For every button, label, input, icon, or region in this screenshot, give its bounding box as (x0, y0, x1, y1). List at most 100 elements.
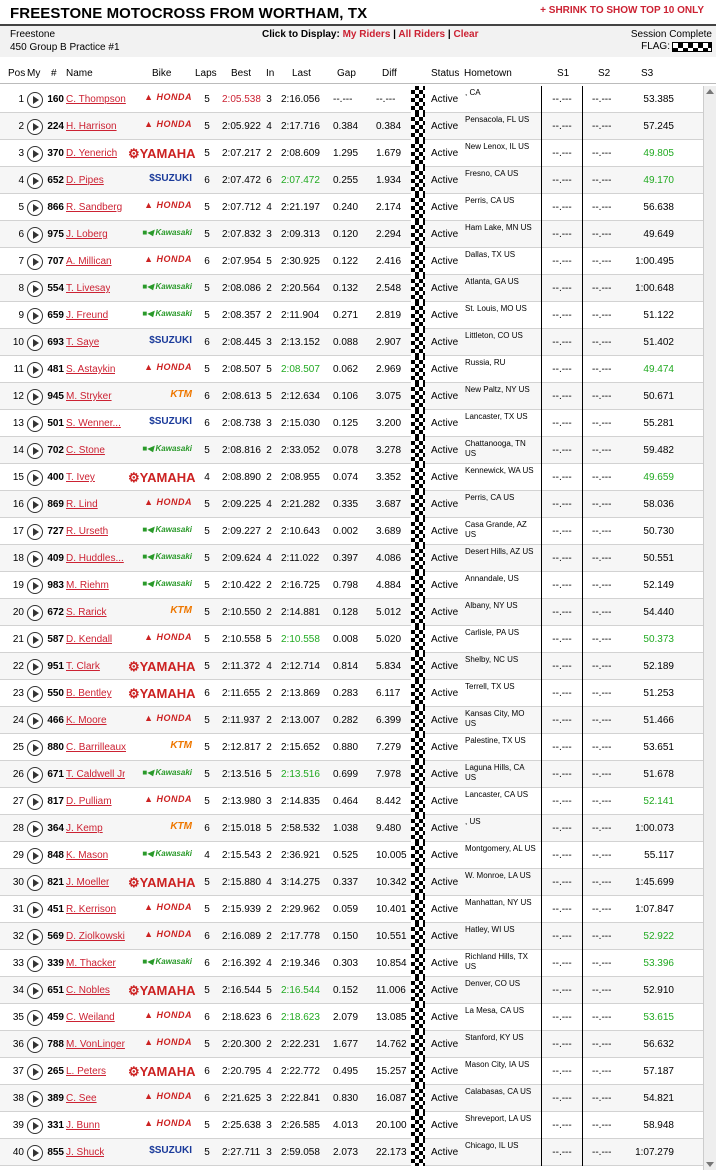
rider-name-link[interactable]: D. Yenerich (66, 148, 117, 159)
table-row[interactable]: 22 951 T. Clark ⚙YAMAHA 5 2:11.372 4 2:12.714 0.… (0, 653, 703, 680)
table-row[interactable]: 29 848 K. Mason ■◀ Kawasaki 4 2:15.543 2 2:36.9… (0, 842, 703, 869)
rider-select-icon[interactable] (27, 200, 43, 216)
table-row[interactable]: 5 866 R. Sandberg ▲ HONDA 5 2:07.712 4 2:21.197… (0, 194, 703, 221)
col-in[interactable]: In (266, 68, 274, 79)
col-my[interactable]: My (27, 68, 40, 79)
col-laps[interactable]: Laps (195, 68, 217, 79)
table-row[interactable]: 25 880 C. Barrilleaux KTM 5 2:12.817 2 2:15.652… (0, 734, 703, 761)
scroll-up-arrow-icon[interactable] (706, 89, 714, 94)
rider-name-link[interactable]: D. Pulliam (66, 796, 112, 807)
rider-select-icon[interactable] (27, 605, 43, 621)
table-row[interactable]: 40 855 J. Shuck $SUZUKI 5 2:27.711 3 2:59.058 2.… (0, 1139, 703, 1166)
rider-select-icon[interactable] (27, 1118, 43, 1134)
rider-select-icon[interactable] (27, 956, 43, 972)
rider-name-link[interactable]: R. Kerrison (66, 904, 116, 915)
col-pos[interactable]: Pos (8, 68, 25, 79)
rider-select-icon[interactable] (27, 254, 43, 270)
rider-name-link[interactable]: M. Riehm (66, 580, 109, 591)
table-row[interactable]: 31 451 R. Kerrison ▲ HONDA 5 2:15.939 2 2:29.96… (0, 896, 703, 923)
table-row[interactable]: 8 554 T. Livesay ■◀ Kawasaki 5 2:08.086 2 2:20.… (0, 275, 703, 302)
table-row[interactable]: 38 389 C. See ▲ HONDA 6 2:21.625 3 2:22.841 0.83… (0, 1085, 703, 1112)
table-row[interactable]: 3 370 D. Yenerich ⚙YAMAHA 5 2:07.217 2 2:08.609… (0, 140, 703, 167)
table-row[interactable]: 16 869 R. Lind ▲ HONDA 5 2:09.225 4 2:21.282 0.3… (0, 491, 703, 518)
table-row[interactable]: 21 587 D. Kendall ▲ HONDA 5 2:10.558 5 2:10.558… (0, 626, 703, 653)
table-row[interactable]: 11 481 S. Astaykin ▲ HONDA 5 2:08.507 5 2:08.50… (0, 356, 703, 383)
col-gap[interactable]: Gap (337, 68, 356, 79)
col-hometown[interactable]: Hometown (464, 68, 512, 79)
table-row[interactable]: 32 569 D. Ziolkowski ▲ HONDA 6 2:16.089 2 2:17.… (0, 923, 703, 950)
rider-select-icon[interactable] (27, 497, 43, 513)
rider-name-link[interactable]: J. Shuck (66, 1147, 104, 1158)
rider-select-icon[interactable] (27, 227, 43, 243)
rider-select-icon[interactable] (27, 1145, 43, 1161)
rider-select-icon[interactable] (27, 443, 43, 459)
rider-select-icon[interactable] (27, 308, 43, 324)
table-row[interactable]: 10 693 T. Saye $SUZUKI 6 2:08.445 3 2:13.152 0.0… (0, 329, 703, 356)
rider-select-icon[interactable] (27, 578, 43, 594)
rider-name-link[interactable]: L. Peters (66, 1066, 106, 1077)
rider-select-icon[interactable] (27, 848, 43, 864)
rider-name-link[interactable]: C. Weiland (66, 1012, 115, 1023)
table-row[interactable]: 33 339 M. Thacker ■◀ Kawasaki 6 2:16.392 4 2:19… (0, 950, 703, 977)
col-name[interactable]: Name (66, 68, 93, 79)
rider-select-icon[interactable] (27, 902, 43, 918)
table-row[interactable]: 7 707 A. Millican ▲ HONDA 6 2:07.954 5 2:30.925… (0, 248, 703, 275)
rider-name-link[interactable]: C. Thompson (66, 94, 126, 105)
rider-name-link[interactable]: A. Millican (66, 256, 112, 267)
all-riders-link[interactable]: All Riders (398, 29, 445, 40)
rider-name-link[interactable]: R. Lind (66, 499, 98, 510)
col-best[interactable]: Best (231, 68, 251, 79)
rider-select-icon[interactable] (27, 416, 43, 432)
rider-select-icon[interactable] (27, 362, 43, 378)
rider-name-link[interactable]: M. Stryker (66, 391, 112, 402)
table-row[interactable]: 37 265 L. Peters ⚙YAMAHA 6 2:20.795 4 2:22.772 0… (0, 1058, 703, 1085)
rider-select-icon[interactable] (27, 173, 43, 189)
table-row[interactable]: 26 671 T. Caldwell Jr ■◀ Kawasaki 5 2:13.516 5… (0, 761, 703, 788)
rider-select-icon[interactable] (27, 146, 43, 162)
rider-select-icon[interactable] (27, 794, 43, 810)
rider-select-icon[interactable] (27, 389, 43, 405)
table-row[interactable]: 19 983 M. Riehm ■◀ Kawasaki 5 2:10.422 2 2:16.7… (0, 572, 703, 599)
table-row[interactable]: 28 364 J. Kemp KTM 6 2:15.018 5 2:58.532 1.038 9.… (0, 815, 703, 842)
table-row[interactable]: 36 788 M. VonLinger ▲ HONDA 5 2:20.300 2 2:22.2… (0, 1031, 703, 1058)
scroll-down-arrow-icon[interactable] (706, 1162, 714, 1167)
rider-select-icon[interactable] (27, 1010, 43, 1026)
rider-select-icon[interactable] (27, 119, 43, 135)
rider-name-link[interactable]: H. Harrison (66, 121, 117, 132)
table-row[interactable]: 20 672 S. Rarick KTM 5 2:10.550 2 2:14.881 0.128… (0, 599, 703, 626)
rider-name-link[interactable]: J. Freund (66, 310, 108, 321)
rider-name-link[interactable]: D. Ziolkowski (66, 931, 125, 942)
rider-select-icon[interactable] (27, 281, 43, 297)
rider-select-icon[interactable] (27, 632, 43, 648)
rider-name-link[interactable]: J. Bunn (66, 1120, 100, 1131)
rider-select-icon[interactable] (27, 1037, 43, 1053)
table-row[interactable]: 34 651 C. Nobles ⚙YAMAHA 5 2:16.544 5 2:16.544 0… (0, 977, 703, 1004)
col-diff[interactable]: Diff (382, 68, 397, 79)
rider-name-link[interactable]: M. VonLinger (66, 1039, 125, 1050)
table-row[interactable]: 4 652 D. Pipes $SUZUKI 6 2:07.472 6 2:07.472 0.2… (0, 167, 703, 194)
rider-name-link[interactable]: D. Kendall (66, 634, 112, 645)
rider-select-icon[interactable] (27, 92, 43, 108)
rider-select-icon[interactable] (27, 929, 43, 945)
rider-select-icon[interactable] (27, 875, 43, 891)
table-row[interactable]: 13 501 S. Wenner... $SUZUKI 6 2:08.738 3 2:15.0… (0, 410, 703, 437)
rider-select-icon[interactable] (27, 659, 43, 675)
rider-name-link[interactable]: J. Moeller (66, 877, 109, 888)
rider-name-link[interactable]: T. Livesay (66, 283, 110, 294)
rider-name-link[interactable]: S. Wenner... (66, 418, 121, 429)
col-s3[interactable]: S3 (641, 68, 653, 79)
rider-name-link[interactable]: J. Loberg (66, 229, 108, 240)
col-num[interactable]: # (51, 68, 57, 79)
clear-link[interactable]: Clear (453, 29, 478, 40)
rider-name-link[interactable]: M. Thacker (66, 958, 116, 969)
table-row[interactable]: 15 400 T. Ivey ⚙YAMAHA 4 2:08.890 2 2:08.955 0.0… (0, 464, 703, 491)
table-row[interactable]: 9 659 J. Freund ■◀ Kawasaki 5 2:08.357 2 2:11.9… (0, 302, 703, 329)
rider-select-icon[interactable] (27, 551, 43, 567)
table-row[interactable]: 2 224 H. Harrison ▲ HONDA 5 2:05.922 4 2:17.716… (0, 113, 703, 140)
table-row[interactable]: 14 702 C. Stone ■◀ Kawasaki 5 2:08.816 2 2:33.0… (0, 437, 703, 464)
table-row[interactable]: 6 975 J. Loberg ■◀ Kawasaki 5 2:07.832 3 2:09.3… (0, 221, 703, 248)
rider-name-link[interactable]: D. Huddles... (66, 553, 124, 564)
rider-name-link[interactable]: R. Urseth (66, 526, 108, 537)
table-row[interactable]: 39 331 J. Bunn ▲ HONDA 5 2:25.638 3 2:26.585 4.0… (0, 1112, 703, 1139)
rider-name-link[interactable]: S. Rarick (66, 607, 107, 618)
